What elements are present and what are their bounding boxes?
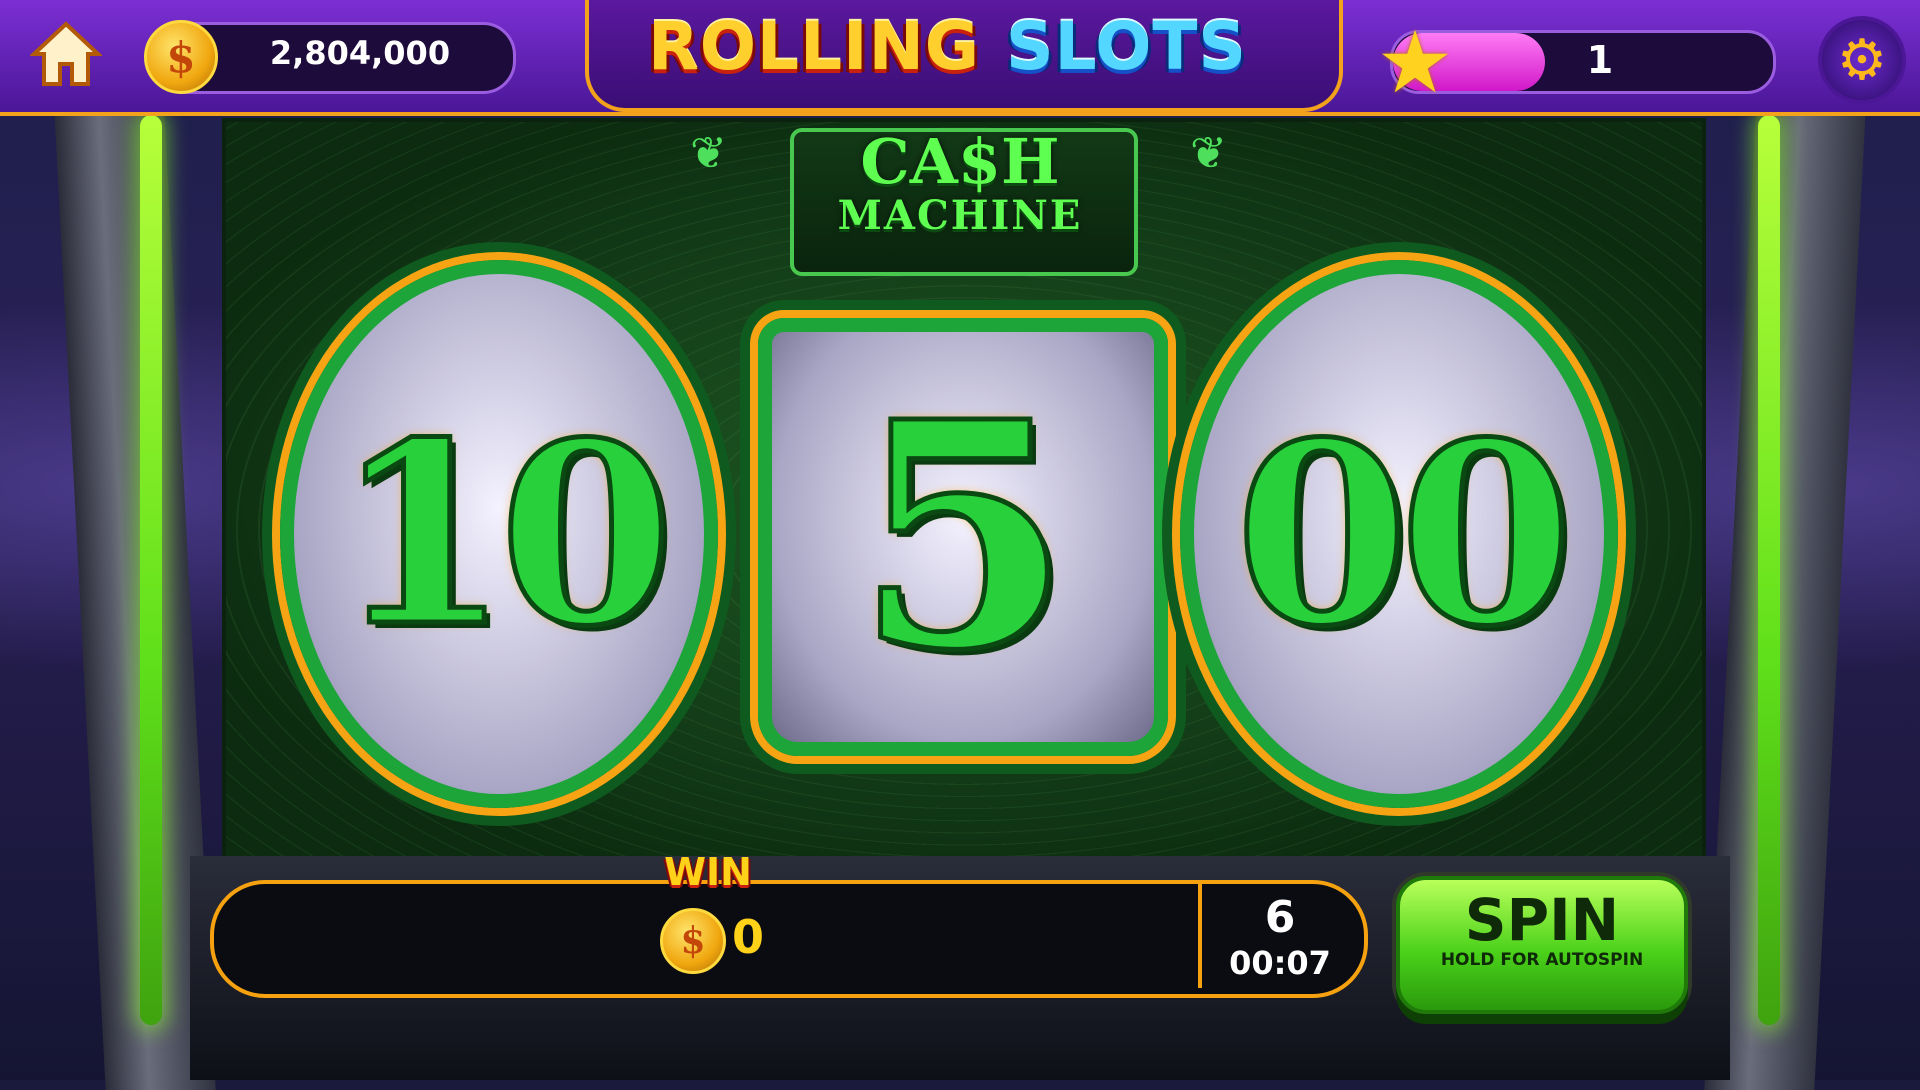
machine-title-line-2: MACHINE (837, 192, 1083, 239)
player-level: 1 (1586, 38, 1614, 82)
win-label: WIN (664, 850, 752, 894)
coin-icon: $ (144, 20, 218, 94)
home-icon[interactable] (28, 18, 104, 90)
lines-count: 6 (1264, 892, 1296, 943)
logo-rolling: ROLLING (648, 8, 981, 85)
reel-1: 10 (280, 260, 718, 808)
machine-title: CA$H MACHINE (790, 130, 1130, 238)
win-coin-icon: $ (660, 908, 726, 974)
neon-strip-left (140, 115, 162, 1025)
gear-icon[interactable]: ⚙ (1818, 16, 1906, 104)
flourish-left-icon: ❦ (690, 128, 727, 179)
neon-strip-right (1758, 115, 1780, 1025)
reel-3: 00 (1180, 260, 1618, 808)
flourish-right-icon: ❦ (1190, 128, 1227, 179)
reel-2: 5 (758, 318, 1168, 756)
win-amount: 0 (732, 910, 765, 964)
reel-1-symbol: 10 (333, 385, 676, 684)
machine-title-line-1: CA$H (860, 125, 1060, 198)
reel-3-symbol: 00 (1233, 385, 1576, 684)
spin-button-sublabel: HOLD FOR AUTOSPIN (1440, 950, 1644, 970)
win-display (210, 880, 1368, 998)
coin-balance: 2,804,000 (269, 34, 451, 72)
spin-button-label: SPIN (1464, 886, 1620, 954)
spin-button[interactable]: SPIN HOLD FOR AUTOSPIN (1396, 876, 1688, 1014)
spin-timer: 00:07 (1229, 944, 1331, 982)
star-icon: ★ (1376, 13, 1454, 113)
logo-slots: SLOTS (1006, 8, 1247, 85)
win-divider (1198, 884, 1202, 988)
reel-2-symbol: 5 (853, 353, 1074, 722)
